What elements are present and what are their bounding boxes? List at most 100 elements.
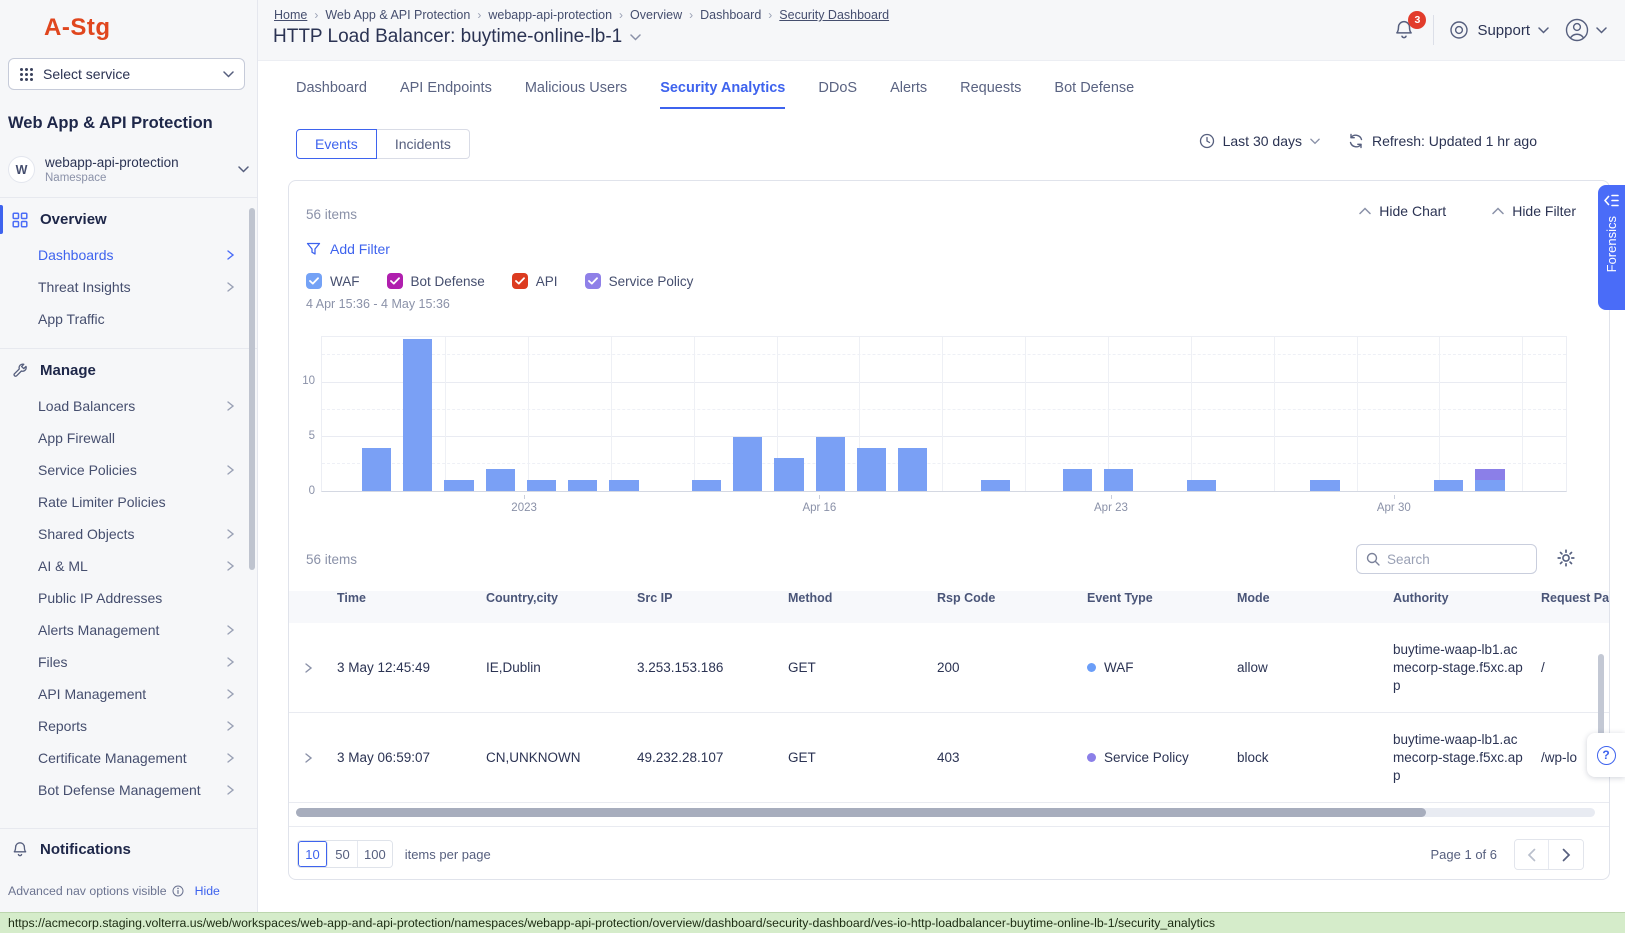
tab-bot-defense[interactable]: Bot Defense	[1054, 80, 1134, 109]
chevron-down-icon	[1596, 27, 1607, 34]
sidebar-item-app-traffic[interactable]: App Traffic	[0, 303, 257, 335]
bar-segment-events	[1434, 480, 1463, 491]
cell-event-type: WAF	[1087, 660, 1237, 675]
select-service-dropdown[interactable]: Select service	[8, 58, 245, 90]
tab-security-analytics[interactable]: Security Analytics	[660, 80, 785, 109]
bar	[1393, 337, 1422, 491]
cell-mode: allow	[1237, 660, 1393, 675]
sidebar-item-notifications[interactable]: Notifications	[0, 828, 257, 870]
next-page-button[interactable]	[1549, 840, 1583, 869]
filter-checkbox-service-policy[interactable]: Service Policy	[585, 273, 694, 289]
refresh-button[interactable]: Refresh: Updated 1 hr ago	[1348, 133, 1537, 149]
filter-checkbox-bot-defense[interactable]: Bot Defense	[387, 273, 485, 289]
x-axis-tick-label: Apr 23	[1094, 502, 1128, 514]
column-header-mode: Mode	[1237, 591, 1393, 605]
notifications-bell-button[interactable]: 3	[1390, 15, 1418, 45]
search-input[interactable]	[1387, 552, 1527, 567]
sidebar-item-threat-insights[interactable]: Threat Insights	[0, 271, 257, 303]
event-type-filter-legend: WAF Bot Defense API Service Policy	[306, 273, 693, 289]
bar	[816, 337, 845, 491]
events-table: TimeCountry,citySrc IPMethodRsp CodeEven…	[289, 591, 1610, 803]
bar-segment-events	[774, 458, 803, 491]
sidebar-item-app-firewall[interactable]: App Firewall	[0, 422, 257, 454]
title-chevron-down-icon[interactable]	[630, 34, 641, 41]
incidents-toggle-button[interactable]: Incidents	[377, 129, 470, 159]
tab-malicious-users[interactable]: Malicious Users	[525, 80, 627, 109]
bar	[1063, 337, 1092, 491]
sidebar-item-alerts-management[interactable]: Alerts Management	[0, 614, 257, 646]
sidebar-item-bot-defense-management[interactable]: Bot Defense Management	[0, 774, 257, 806]
sidebar-item-service-policies[interactable]: Service Policies	[0, 454, 257, 486]
sidebar-section-overview[interactable]: Overview	[0, 200, 257, 239]
sidebar-item-label: Load Balancers	[38, 398, 135, 414]
sidebar-item-rate-limiter-policies[interactable]: Rate Limiter Policies	[0, 486, 257, 518]
time-range-dropdown[interactable]: Last 30 days	[1199, 133, 1320, 149]
sidebar-item-api-management[interactable]: API Management	[0, 678, 257, 710]
namespace-name: webapp-api-protection	[45, 155, 179, 170]
page-size-50[interactable]: 50	[328, 841, 358, 867]
breadcrumb-link-overview[interactable]: Overview	[630, 8, 682, 22]
sidebar-item-ai-ml[interactable]: AI & ML	[0, 550, 257, 582]
table-horizontal-scrollbar[interactable]	[296, 808, 1595, 817]
hide-chart-button[interactable]: Hide Chart	[1359, 203, 1446, 219]
hide-filter-button[interactable]: Hide Filter	[1492, 203, 1576, 219]
apps-grid-icon	[19, 67, 34, 82]
chevron-up-icon	[1359, 207, 1371, 215]
sidebar-item-certificate-management[interactable]: Certificate Management	[0, 742, 257, 774]
sidebar-item-label: App Firewall	[38, 430, 115, 446]
row-expand-chevron[interactable]	[289, 752, 337, 764]
tab-dashboard[interactable]: Dashboard	[296, 80, 367, 109]
events-toggle-button[interactable]: Events	[296, 129, 377, 159]
previous-page-button[interactable]	[1515, 840, 1549, 869]
sidebar-divider	[0, 197, 257, 198]
tab-alerts[interactable]: Alerts	[890, 80, 927, 109]
sidebar-item-label: Shared Objects	[38, 526, 135, 542]
sidebar-item-shared-objects[interactable]: Shared Objects	[0, 518, 257, 550]
add-filter-button[interactable]: Add Filter	[306, 241, 390, 257]
page-size-100[interactable]: 100	[358, 841, 392, 867]
namespace-type: Namespace	[45, 172, 179, 184]
table-row: 3 May 12:45:49IE,Dublin3.253.153.186GET2…	[289, 623, 1610, 713]
sidebar-item-files[interactable]: Files	[0, 646, 257, 678]
forensics-panel-tab[interactable]: Forensics	[1598, 185, 1625, 310]
bar	[527, 337, 556, 491]
hide-advanced-nav-link[interactable]: Hide	[195, 884, 220, 898]
bar-segment-events	[1187, 480, 1216, 491]
sidebar-item-load-balancers[interactable]: Load Balancers	[0, 390, 257, 422]
checkbox-checked-icon	[585, 273, 601, 289]
chevron-right-icon	[225, 720, 235, 732]
support-menu[interactable]: Support	[1449, 20, 1549, 40]
help-button[interactable]: ?	[1587, 733, 1625, 777]
scrollbar-thumb[interactable]	[296, 808, 1426, 817]
page-size-10[interactable]: 10	[298, 841, 328, 867]
bar-segment-events	[1310, 480, 1339, 491]
bar-segment-events	[981, 480, 1010, 491]
breadcrumb-link-web-app-api-protection[interactable]: Web App & API Protection	[325, 8, 470, 22]
sidebar-item-reports[interactable]: Reports	[0, 710, 257, 742]
tab-api-endpoints[interactable]: API Endpoints	[400, 80, 492, 109]
sidebar-item-public-ip-addresses[interactable]: Public IP Addresses	[0, 582, 257, 614]
bar-segment-service-policy	[1475, 469, 1504, 480]
breadcrumb-link-dashboard[interactable]: Dashboard	[700, 8, 761, 22]
table-settings-button[interactable]	[1557, 549, 1575, 567]
row-expand-chevron[interactable]	[289, 662, 337, 674]
cell-country-city: CN,UNKNOWN	[486, 750, 637, 765]
breadcrumb-link-security-dashboard[interactable]: Security Dashboard	[779, 8, 889, 22]
topbar: Home›Web App & API Protection›webapp-api…	[258, 0, 1625, 61]
filter-checkbox-api[interactable]: API	[512, 273, 558, 289]
topbar-divider	[1433, 15, 1434, 45]
sidebar-item-dashboards[interactable]: Dashboards	[0, 239, 257, 271]
tab-bar: Dashboard API Endpoints Malicious Users Sec…	[296, 80, 1134, 109]
filter-checkbox-waf[interactable]: WAF	[306, 273, 360, 289]
advanced-nav-text: Advanced nav options visible	[8, 884, 167, 898]
breadcrumb-link-home[interactable]: Home	[274, 8, 307, 22]
tab-requests[interactable]: Requests	[960, 80, 1021, 109]
bar	[1104, 337, 1133, 491]
sidebar-scrollbar[interactable]	[249, 208, 255, 570]
account-menu[interactable]	[1564, 17, 1607, 43]
events-bar-chart	[321, 336, 1567, 492]
namespace-selector[interactable]: W webapp-api-protection Namespace	[8, 155, 249, 184]
breadcrumb-link-webapp-api-protection[interactable]: webapp-api-protection	[488, 8, 612, 22]
tab-ddos[interactable]: DDoS	[818, 80, 857, 109]
sidebar-section-manage[interactable]: Manage	[0, 351, 257, 390]
